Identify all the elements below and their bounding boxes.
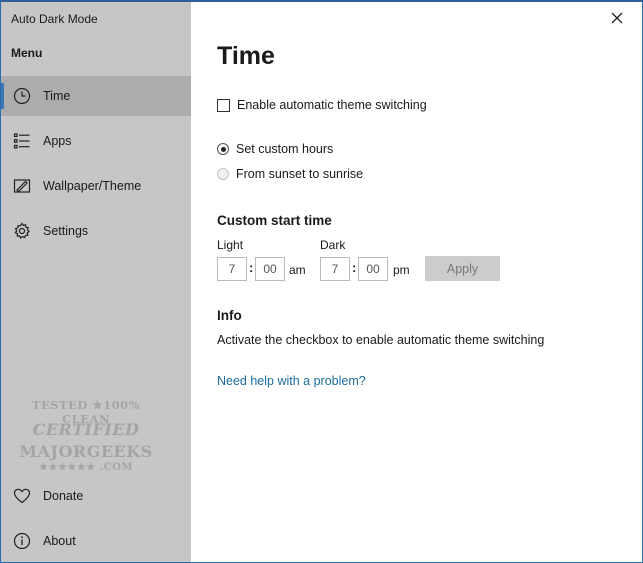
time-separator: : — [352, 260, 357, 275]
majorgeeks-watermark: TESTED ★100% CLEAN CERTIFIED MAJORGEEKS … — [15, 396, 157, 478]
help-link[interactable]: Need help with a problem? — [217, 374, 366, 388]
dark-label: Dark — [320, 238, 346, 252]
close-button[interactable] — [608, 10, 626, 28]
clock-icon — [13, 87, 31, 105]
light-ampm-label: am — [289, 263, 306, 277]
app-window: Auto Dark Mode Menu Time Apps Wallpaper/… — [0, 0, 643, 563]
time-separator: : — [249, 260, 254, 275]
gear-icon — [13, 222, 31, 240]
menu-header: Menu — [11, 46, 43, 60]
custom-hours-radio[interactable] — [217, 143, 229, 155]
sidebar-item-label: About — [43, 534, 76, 548]
custom-hours-label: Set custom hours — [236, 142, 334, 156]
watermark-line: ★★★★★★ .COM — [39, 462, 133, 473]
watermark-line: MAJORGEEKS — [19, 442, 153, 461]
custom-start-title: Custom start time — [217, 213, 332, 228]
dark-minute-input[interactable]: 00 — [358, 257, 388, 281]
sidebar-item-label: Donate — [43, 489, 84, 503]
dark-hour-input[interactable]: 7 — [320, 257, 350, 281]
sidebar-item-label: Apps — [43, 134, 72, 148]
sidebar-item-donate[interactable]: Donate — [1, 476, 191, 516]
sidebar: Auto Dark Mode Menu Time Apps Wallpaper/… — [1, 2, 191, 562]
app-title: Auto Dark Mode — [11, 12, 98, 26]
info-text: Activate the checkbox to enable automati… — [217, 333, 545, 347]
sidebar-item-time[interactable]: Time — [1, 76, 191, 116]
sunset-sunrise-label: From sunset to sunrise — [236, 167, 364, 181]
list-icon — [13, 132, 31, 150]
sidebar-item-label: Settings — [43, 224, 89, 238]
custom-hours-option[interactable]: Set custom hours — [217, 142, 333, 156]
sidebar-item-settings[interactable]: Settings — [1, 211, 191, 251]
enable-switching-row[interactable]: Enable automatic theme switching — [217, 98, 427, 112]
brush-icon — [13, 177, 31, 195]
sidebar-item-apps[interactable]: Apps — [1, 121, 191, 161]
sidebar-item-about[interactable]: About — [1, 521, 191, 561]
page-title: Time — [217, 42, 275, 70]
close-icon — [611, 12, 623, 27]
sidebar-item-label: Time — [43, 89, 71, 103]
light-minute-input[interactable]: 00 — [255, 257, 285, 281]
light-hour-input[interactable]: 7 — [217, 257, 247, 281]
sidebar-item-wallpaper-theme[interactable]: Wallpaper/Theme — [1, 166, 191, 206]
sidebar-item-label: Wallpaper/Theme — [43, 179, 142, 193]
dark-ampm-label: pm — [393, 263, 410, 277]
light-label: Light — [217, 238, 244, 252]
sunset-sunrise-radio[interactable] — [217, 168, 229, 180]
enable-switching-label: Enable automatic theme switching — [237, 98, 427, 112]
info-title: Info — [217, 308, 242, 323]
heart-icon — [13, 487, 31, 505]
watermark-line: CERTIFIED — [32, 420, 140, 439]
sunset-sunrise-option[interactable]: From sunset to sunrise — [217, 167, 363, 181]
apply-button[interactable]: Apply — [425, 256, 500, 281]
info-icon — [13, 532, 31, 550]
main-content: Time Enable automatic theme switching Se… — [191, 2, 642, 562]
enable-switching-checkbox[interactable] — [217, 98, 230, 112]
